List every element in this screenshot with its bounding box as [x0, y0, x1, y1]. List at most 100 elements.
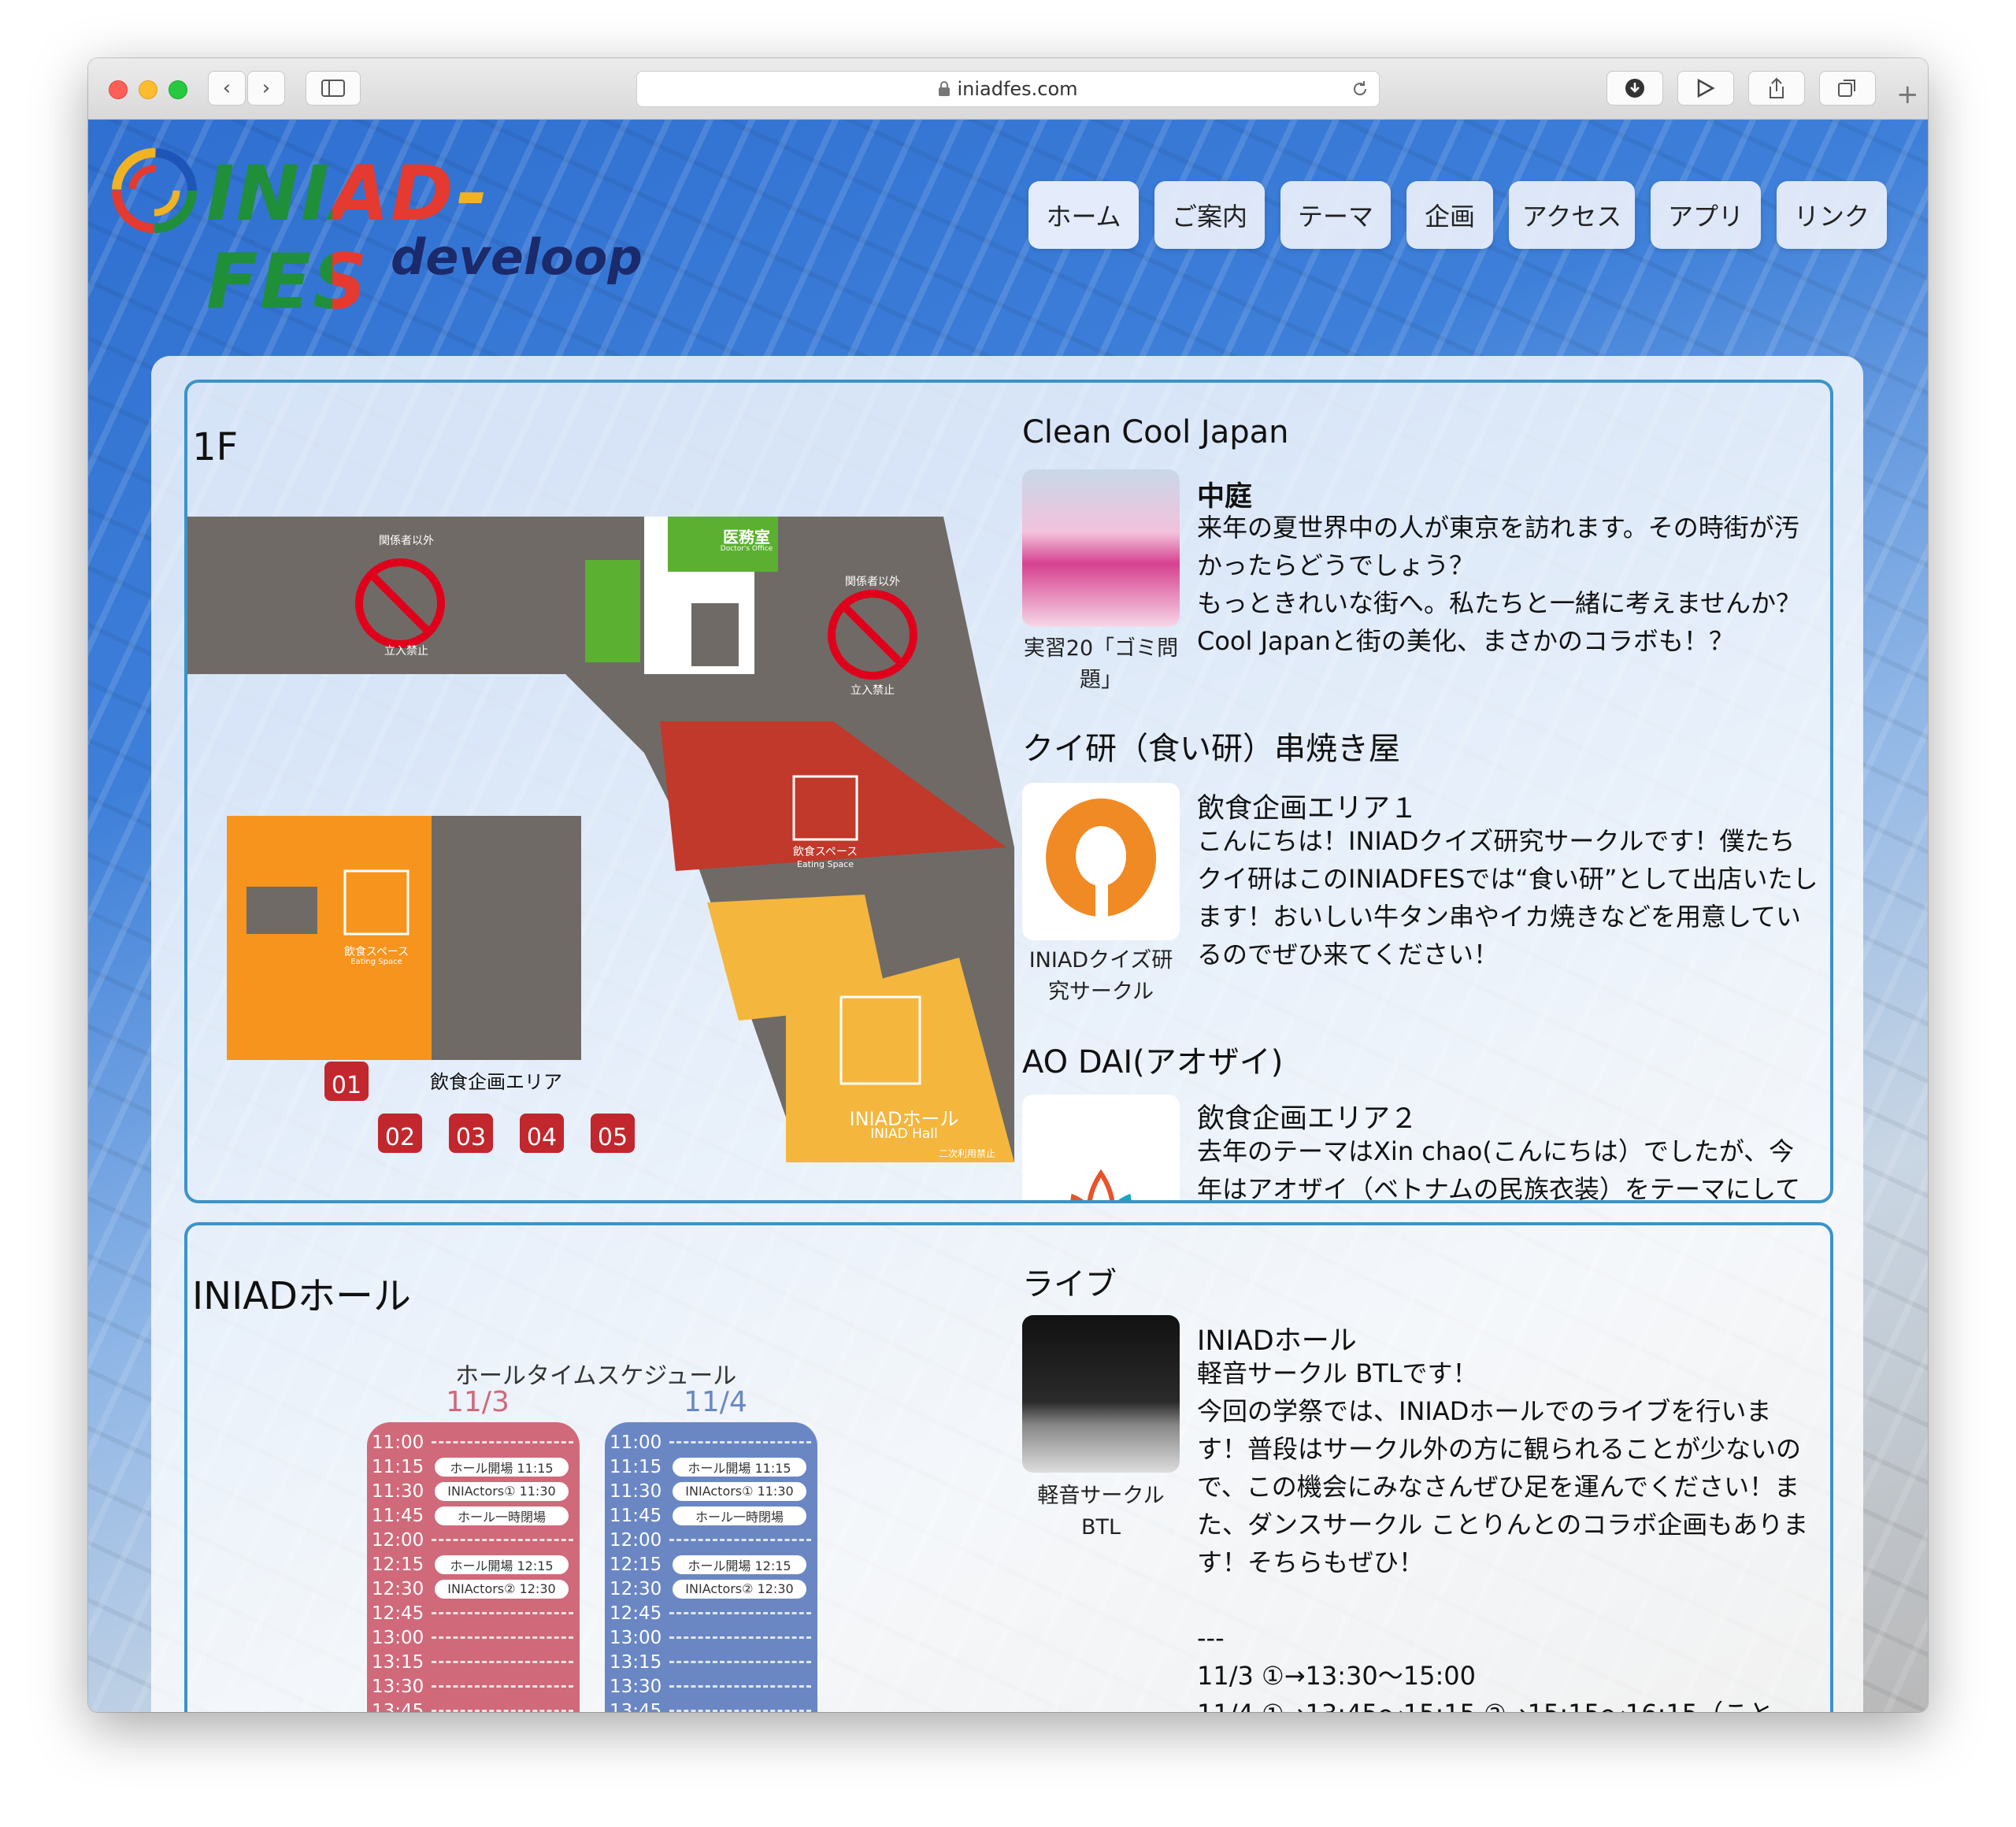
schedule-row: 11:15 ホール開場 11:15: [367, 1455, 580, 1479]
nav-projects[interactable]: 企画: [1406, 181, 1493, 249]
schedule-time: 11:45: [372, 1505, 424, 1526]
schedule-event: INIActors② 12:30: [673, 1579, 806, 1599]
floor-card: 1F 関係者以外 立入禁止 関係者以外 立入禁止 医務室 Doctor's Of…: [184, 380, 1833, 1203]
nav-theme[interactable]: テーマ: [1280, 181, 1391, 249]
schedule-row: 11:15 ホール開場 11:15: [605, 1455, 817, 1479]
nav-guide[interactable]: ご案内: [1154, 181, 1265, 249]
minimize-window-button[interactable]: [139, 80, 158, 99]
marker-05[interactable]: 05: [591, 1114, 635, 1153]
marker-04[interactable]: 04: [520, 1114, 564, 1153]
schedule-dashes: [669, 1661, 811, 1663]
schedule-row: 12:15 ホール開場 12:15: [367, 1552, 580, 1577]
schedule-row: 11:00: [605, 1430, 817, 1455]
reload-icon[interactable]: [1351, 80, 1369, 98]
hall-en-label: INIAD Hall: [870, 1126, 938, 1142]
extension-button[interactable]: [1677, 71, 1734, 106]
downloads-button[interactable]: [1606, 71, 1663, 106]
entry-description: 来年の夏世界中の人が東京を訪れます。その時街が汚かったらどうでしょう？ もっとき…: [1197, 513, 1802, 656]
zoom-window-button[interactable]: [169, 80, 187, 99]
schedule-row: 13:45: [367, 1699, 580, 1712]
entry-thumbnail[interactable]: [1022, 783, 1180, 940]
schedule-row: 11:30 INIActors① 11:30: [367, 1479, 580, 1503]
schedule-row: 12:45: [605, 1601, 817, 1625]
schedule-row: 11:45 ホール一時閉場: [605, 1503, 817, 1528]
url-text: iniadfes.com: [957, 78, 1078, 100]
schedule-day-2: 11:00 11:15 ホール開場 11:15 11:30 INIActors① 11:…: [605, 1422, 817, 1712]
schedule-row: 12:30 INIActors② 12:30: [367, 1577, 580, 1601]
schedule-dashes: [669, 1685, 811, 1688]
schedule-time: 12:45: [372, 1603, 424, 1624]
share-button[interactable]: [1748, 71, 1805, 106]
doctor-office-en-label: Doctor's Office: [720, 545, 773, 553]
tabs-overview-button[interactable]: [1819, 71, 1876, 106]
schedule-dashes: [432, 1612, 573, 1614]
eating-space-label-2: 飲食スペース: [343, 946, 410, 958]
site-logo[interactable]: INIAD-FES develoop: [107, 143, 643, 326]
browser-toolbar: ‹ › iniadfes.com +: [88, 58, 1928, 120]
marker-03[interactable]: 03: [449, 1114, 493, 1153]
schedule-row: 13:00: [605, 1625, 817, 1650]
lock-icon: [939, 81, 951, 96]
entry-description: こんにちは！INIADクイズ研究サークルです！僕たちクイ研はこのINIADFES…: [1197, 826, 1818, 969]
schedule-dashes: [432, 1710, 573, 1712]
chevron-right-icon: ›: [261, 76, 271, 100]
schedule-day-1: 11:00 11:15 ホール開場 11:15 11:30 INIActors① 11:…: [367, 1422, 580, 1712]
schedule-dashes: [669, 1441, 811, 1443]
schedule-time: 11:15: [610, 1456, 662, 1477]
logo-subtitle: develoop: [391, 228, 643, 286]
schedule-time: 11:45: [610, 1505, 662, 1526]
forward-button[interactable]: ›: [247, 71, 285, 106]
chevron-left-icon: ‹: [222, 76, 232, 100]
marker-02[interactable]: 02: [378, 1114, 422, 1153]
sidebar-toggle-button[interactable]: [306, 71, 361, 106]
download-icon: [1625, 79, 1644, 98]
back-button[interactable]: ‹: [208, 71, 246, 106]
nav-links[interactable]: リンク: [1777, 181, 1887, 249]
entry-caption: 軽音サークルBTL: [1037, 1484, 1165, 1540]
schedule-event: ホール開場 12:15: [673, 1555, 806, 1574]
nav-access[interactable]: アクセス: [1509, 181, 1635, 249]
schedule-row: 11:30 INIActors① 11:30: [605, 1479, 817, 1503]
entry-caption: 実習20「ゴミ問題」: [1023, 636, 1179, 692]
nav-app[interactable]: アプリ: [1651, 181, 1761, 249]
staff-only-label-2: 関係者以外: [845, 576, 900, 588]
entry-thumbnail[interactable]: [1022, 1315, 1180, 1473]
floor-map: [187, 517, 1014, 1162]
marker-01[interactable]: 01: [324, 1062, 369, 1101]
schedule-dashes: [432, 1661, 573, 1663]
schedule-row: 13:00: [367, 1625, 580, 1650]
schedule-event: INIActors② 12:30: [435, 1579, 569, 1599]
schedule-row: 13:45: [605, 1699, 817, 1712]
entry-thumbnail[interactable]: [1022, 469, 1180, 627]
schedule-dashes: [432, 1685, 573, 1688]
new-tab-button[interactable]: +: [1896, 79, 1919, 110]
schedule-row: 13:15: [605, 1650, 817, 1674]
no-entry-label-2: 立入禁止: [850, 684, 895, 697]
schedule-dashes: [432, 1441, 573, 1443]
lotus-icon: [1070, 1169, 1132, 1200]
schedule-event: ホール一時閉場: [673, 1506, 806, 1525]
entry-thumbnail[interactable]: [1022, 1095, 1180, 1200]
address-bar[interactable]: iniadfes.com: [636, 71, 1380, 107]
schedule-time: 13:15: [372, 1651, 424, 1673]
schedule-date-1: 11/3: [446, 1386, 510, 1418]
page-viewport: INIAD-FES develoop ホーム ご案内 テーマ 企画 アクセス ア…: [88, 120, 1928, 1712]
schedule-dashes: [432, 1636, 573, 1639]
entry-location: 飲食企画エリア１: [1197, 793, 1418, 825]
schedule-time: 12:15: [610, 1554, 662, 1575]
nav-home[interactable]: ホーム: [1028, 181, 1139, 249]
schedule-time: 12:30: [372, 1578, 424, 1599]
schedule-time: 11:30: [372, 1480, 424, 1502]
schedule-time: 13:15: [610, 1651, 662, 1673]
logo-ring-icon: [112, 148, 197, 233]
close-window-button[interactable]: [109, 80, 128, 99]
schedule-dashes: [432, 1539, 573, 1541]
sidebar-icon: [321, 80, 345, 97]
schedule-row: 11:00: [367, 1430, 580, 1455]
schedule-date-2: 11/4: [684, 1386, 747, 1418]
schedule-time: 13:30: [610, 1676, 662, 1697]
schedule-row: 13:30: [367, 1674, 580, 1699]
schedule-event: ホール一時閉場: [435, 1506, 569, 1525]
schedule-time: 13:30: [372, 1676, 424, 1697]
floor-entries: Clean Cool Japan 実習20「ゴミ問題」 中庭 来年の夏世界中の人…: [1022, 383, 1818, 1200]
